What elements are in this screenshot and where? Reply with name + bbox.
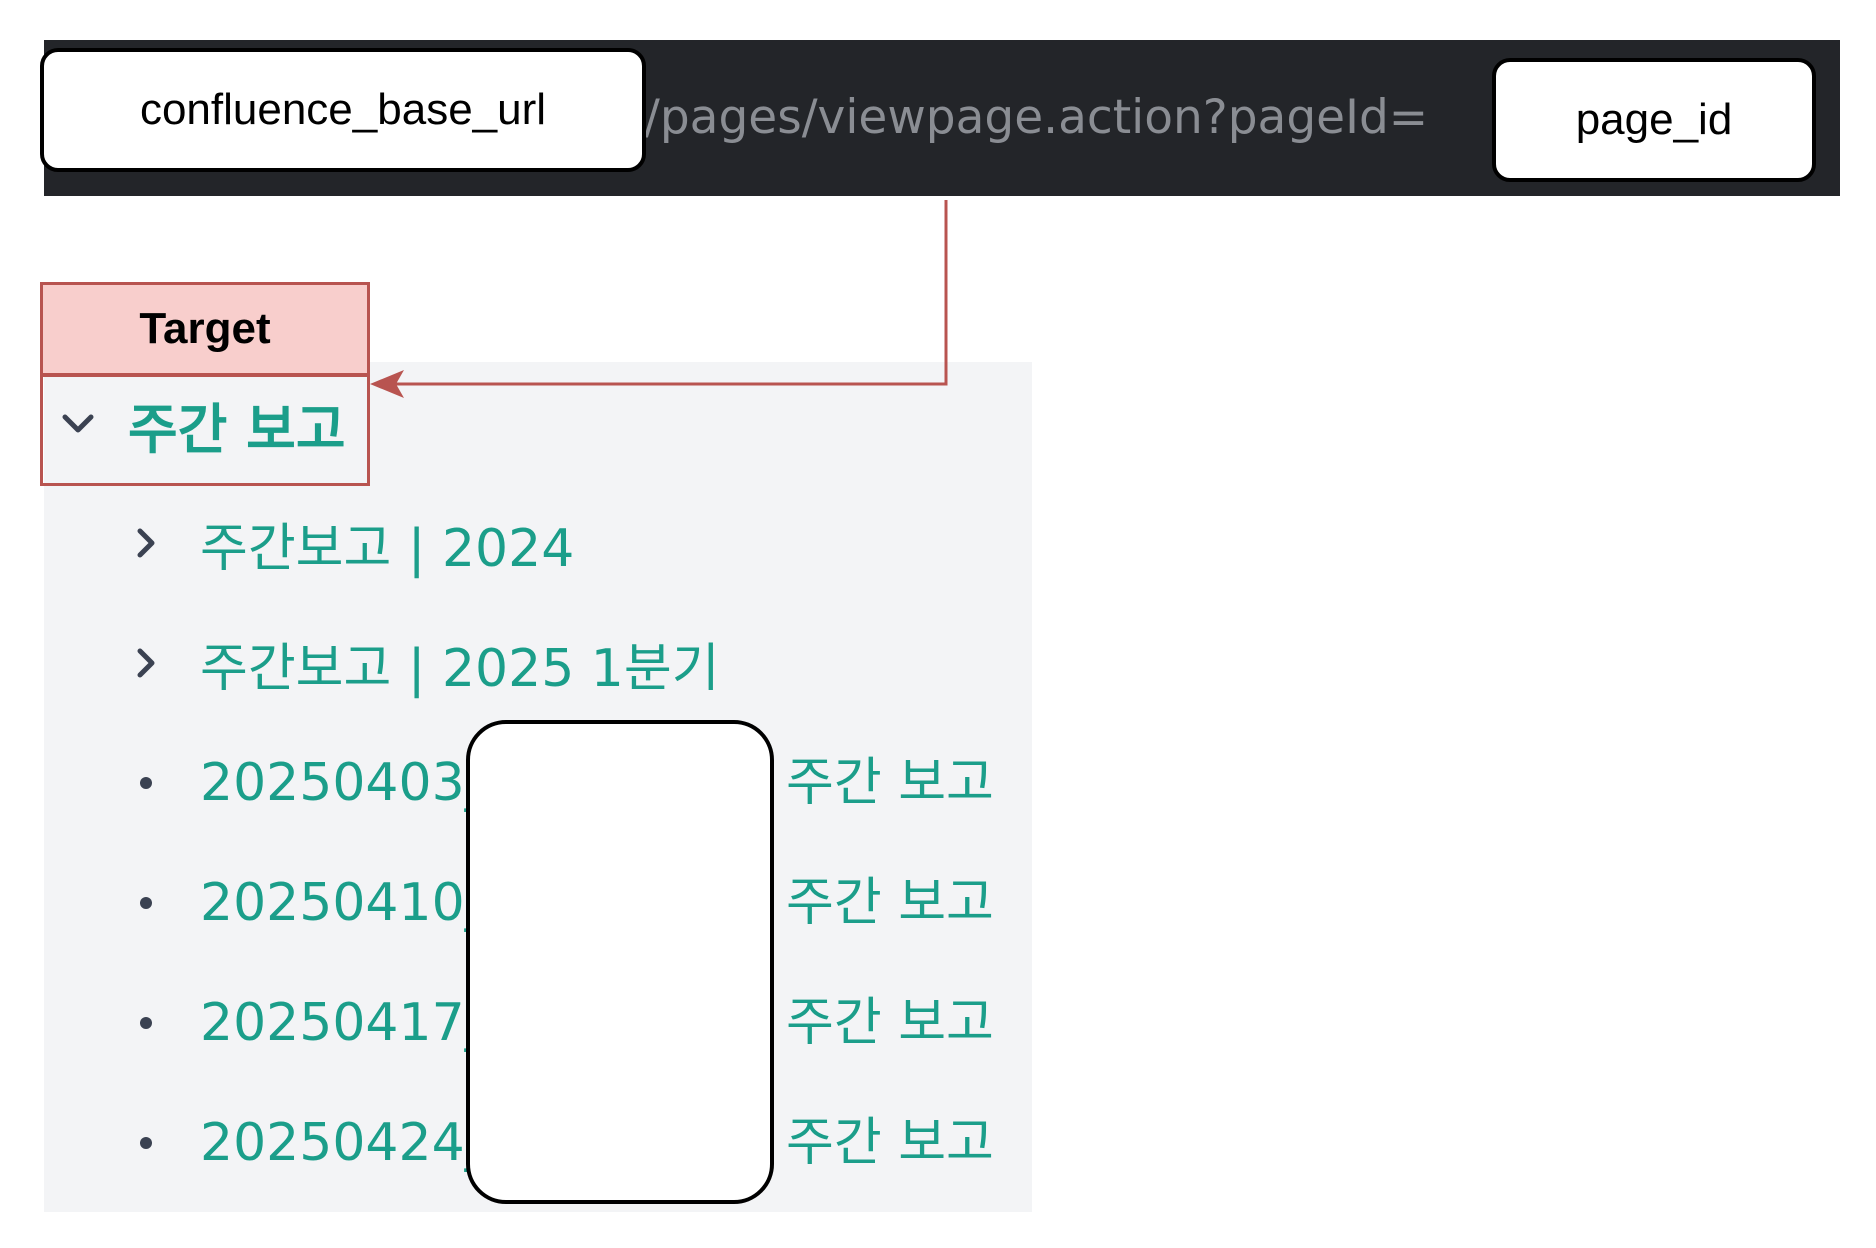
- tree-item-20250403[interactable]: 20250403_: [126, 743, 491, 823]
- bullet-icon: [126, 896, 166, 910]
- tree-item-2025-q1[interactable]: 주간보고 | 2025 1분기: [126, 623, 720, 703]
- chevron-right-icon[interactable]: [126, 526, 166, 560]
- redaction-box: [466, 720, 774, 1204]
- tree-item-suffix[interactable]: 주간 보고: [786, 863, 994, 943]
- tree-item-2024[interactable]: 주간보고 | 2024: [126, 503, 574, 583]
- tree-item-20250410[interactable]: 20250410_: [126, 863, 491, 943]
- bullet-icon: [126, 776, 166, 790]
- tree-item-label[interactable]: 20250424_: [200, 1113, 491, 1173]
- tree-item-suffix[interactable]: 주간 보고: [786, 1103, 994, 1183]
- tree-item-20250417[interactable]: 20250417_: [126, 983, 491, 1063]
- tree-item-suffix[interactable]: 주간 보고: [786, 743, 994, 823]
- tree-item-label[interactable]: 20250417_: [200, 993, 491, 1053]
- bullet-icon: [126, 1016, 166, 1030]
- tree-item-label[interactable]: 20250403_: [200, 753, 491, 813]
- page-id-placeholder-label: page_id: [1575, 95, 1733, 144]
- page-id-placeholder-box: page_id: [1492, 58, 1816, 182]
- target-annotation-label: Target: [139, 304, 271, 353]
- base-url-placeholder-label: confluence_base_url: [139, 85, 547, 134]
- chevron-right-icon[interactable]: [126, 646, 166, 680]
- tree-item-label[interactable]: 주간보고 | 2024: [200, 506, 574, 581]
- tree-item-20250424[interactable]: 20250424_: [126, 1103, 491, 1183]
- url-path-text: /pages/viewpage.action?pageId=: [644, 90, 1429, 145]
- tree-item-label[interactable]: 주간보고 | 2025 1분기: [200, 626, 720, 701]
- base-url-placeholder-box: confluence_base_url: [40, 48, 646, 172]
- target-annotation-frame: [40, 374, 370, 486]
- tree-item-label[interactable]: 20250410_: [200, 873, 491, 933]
- bullet-icon: [126, 1136, 166, 1150]
- tree-item-suffix[interactable]: 주간 보고: [786, 983, 994, 1063]
- target-annotation-header: Target: [40, 282, 370, 376]
